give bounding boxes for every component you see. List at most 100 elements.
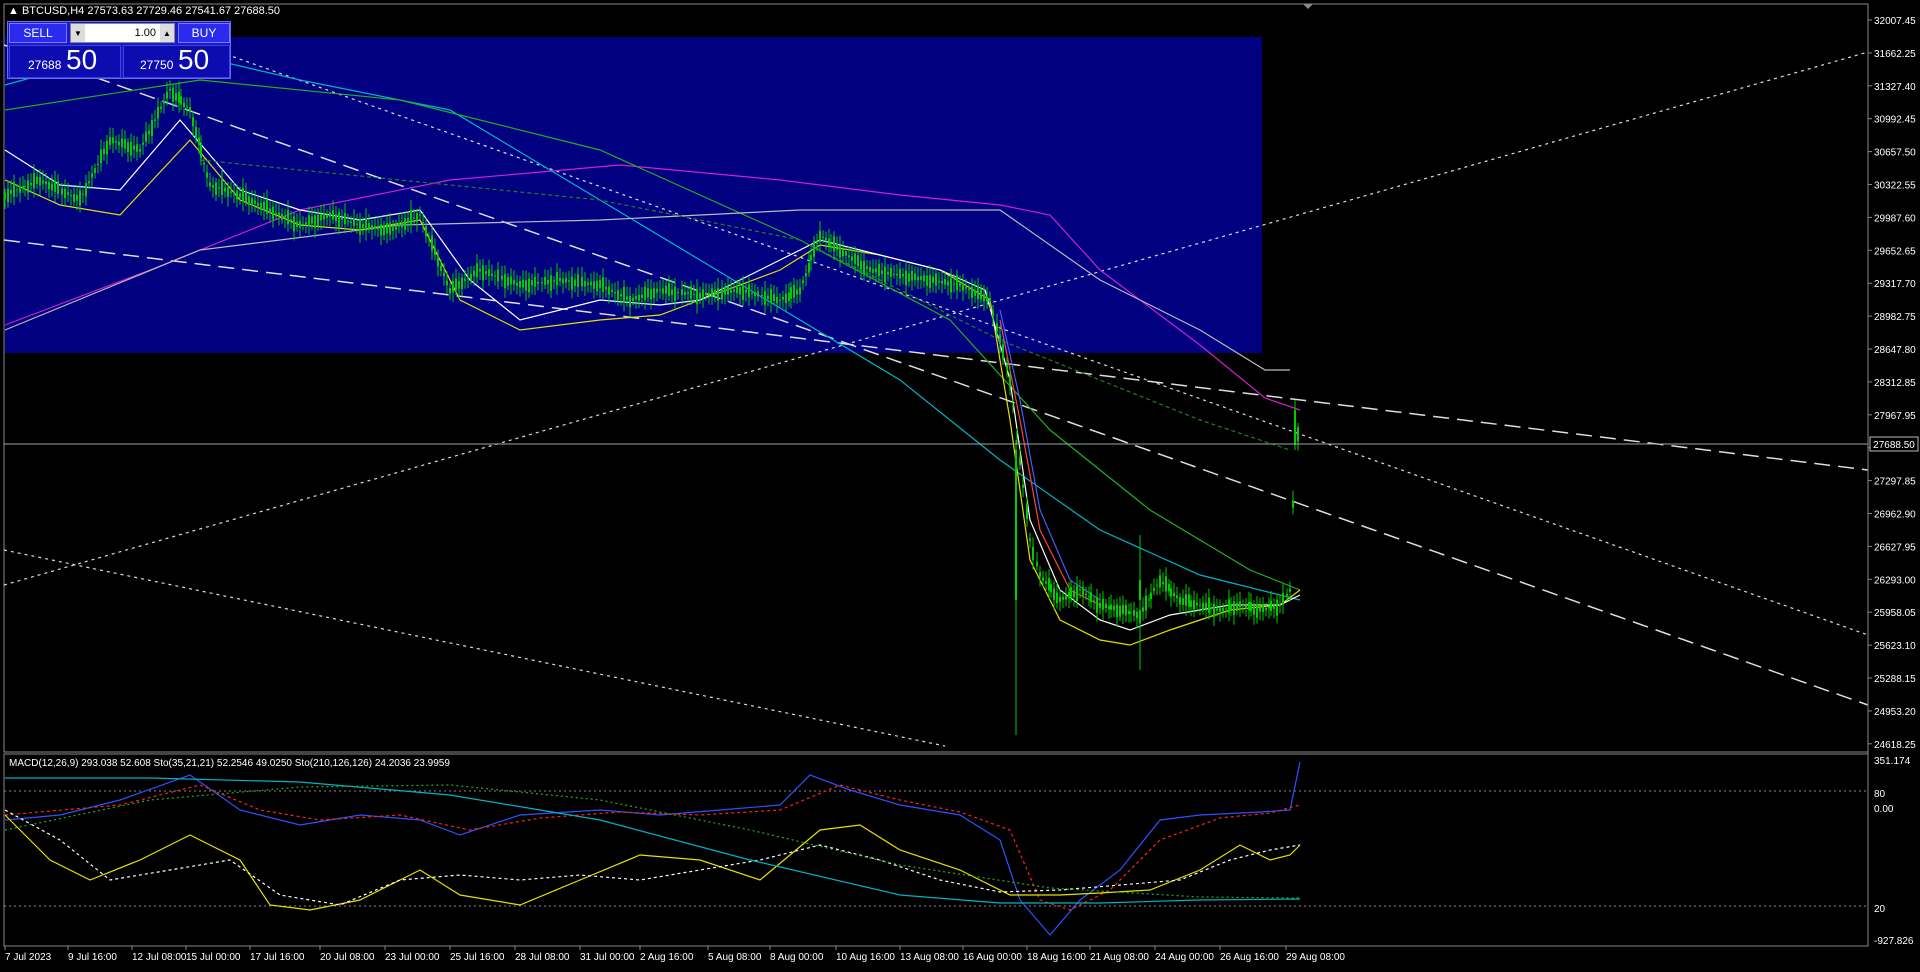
candle-body-430	[1289, 588, 1291, 592]
candle-body-4	[16, 189, 18, 191]
candle-body-132	[398, 222, 400, 228]
buy-button[interactable]: BUY	[178, 23, 230, 43]
time-tick-label: 29 Aug 08:00	[1286, 952, 1345, 963]
candle-body-260	[788, 292, 790, 301]
candle-body-376	[1133, 610, 1135, 616]
candle-body-347	[1050, 584, 1052, 593]
candle-body-373	[1125, 604, 1127, 616]
candle-body-231	[699, 292, 701, 299]
price-tick-label: 26293.00	[1874, 575, 1916, 586]
candle-body-391	[1176, 595, 1178, 599]
candle-body-397	[1193, 600, 1195, 610]
candle-body-393	[1182, 598, 1184, 605]
candle-body-14	[45, 181, 47, 185]
candle-body-218	[659, 289, 661, 291]
time-tick-label: 23 Jul 00:00	[385, 952, 440, 963]
candle-body-160	[482, 265, 484, 281]
current-price-label: 27688.50	[1873, 440, 1915, 451]
time-tick-label: 5 Aug 08:00	[708, 952, 762, 963]
candle-body-18	[57, 181, 59, 194]
candle-body-418	[1253, 604, 1255, 615]
candle-body-133	[401, 222, 403, 228]
candle-body-174	[525, 280, 527, 291]
candle-body-201	[608, 286, 610, 295]
candle-body-88	[266, 199, 268, 214]
candle-body-324	[977, 285, 979, 300]
candle-body-208	[629, 295, 631, 307]
candle-body-341	[1032, 546, 1034, 560]
candle-body-435	[1294, 410, 1296, 445]
candle-body-312	[941, 281, 943, 284]
candle-body-176	[531, 280, 533, 286]
price-axis: 32007.45 31662.25 31327.40 30992.45 30657.50…	[1868, 16, 1916, 751]
candle-body-292	[881, 270, 883, 275]
sell-price-button[interactable]: 27688 50	[9, 44, 121, 78]
candle-body-209	[632, 297, 634, 301]
rectangle-zone[interactable]	[5, 37, 1262, 353]
buy-price-button[interactable]: 27750 50	[123, 44, 230, 78]
price-tick-label: 30322.55	[1874, 181, 1916, 192]
candle-body-427	[1279, 604, 1281, 606]
candle-body-280	[845, 251, 847, 256]
price-tick-label: 24618.25	[1874, 740, 1916, 751]
time-tick-label: 16 Aug 00:00	[963, 952, 1022, 963]
chart-canvas[interactable]: 32007.45 31662.25 31327.40 30992.45 30657.50…	[0, 0, 1920, 967]
candle-body-374	[1128, 610, 1130, 615]
candle-body-222	[671, 289, 673, 296]
candle-body-151	[455, 278, 457, 291]
candle-body-181	[547, 280, 549, 285]
chart-window[interactable]: 32007.45 31662.25 31327.40 30992.45 30657.50…	[0, 0, 1920, 967]
candle-body-318	[959, 282, 961, 287]
candle-body-326	[983, 294, 985, 302]
candle-body-386	[1162, 582, 1164, 585]
candle-body-256	[776, 296, 778, 304]
candle-body-26	[82, 193, 84, 195]
candle-body-51	[157, 106, 159, 119]
candle-body-134	[404, 218, 406, 230]
candle-body-394	[1185, 594, 1187, 606]
lot-increase-icon[interactable]: ▲	[160, 24, 174, 42]
candle-body-401	[1205, 602, 1207, 609]
lot-size-input[interactable]	[87, 25, 158, 40]
lot-size-control: ▼ ▲	[70, 23, 175, 43]
sell-button[interactable]: SELL	[9, 23, 67, 43]
candle-body-155	[467, 276, 469, 279]
symbol-label: ▲ BTCUSD,H4 27573.63 27729.46 27541.67 2…	[8, 5, 281, 17]
candle-body-332	[1002, 344, 1004, 359]
candle-body-301	[908, 273, 910, 282]
candle-body-191	[577, 274, 579, 288]
candle-body-76	[230, 191, 232, 193]
candle-body-385	[1159, 575, 1161, 588]
time-tick-label: 24 Aug 00:00	[1155, 952, 1214, 963]
candle-body-30	[94, 168, 96, 173]
candle-body-380	[1145, 595, 1147, 611]
candle-body-377	[1136, 611, 1138, 619]
candle-body-2	[10, 190, 12, 194]
candle-body-171	[516, 282, 518, 286]
candle-body-23	[73, 194, 75, 202]
candle-body-33	[103, 148, 105, 154]
candle-body-310	[935, 273, 937, 286]
candle-body-419	[1256, 604, 1258, 618]
lot-decrease-icon[interactable]: ▼	[71, 24, 85, 42]
candle-body-70	[212, 184, 214, 188]
one-click-trading-panel: SELL ▼ ▲ BUY 27688 50 27750 50	[7, 21, 231, 79]
candle-body-196	[593, 281, 595, 289]
candle-body-285	[860, 260, 862, 270]
candle-body-110	[332, 210, 334, 220]
candle-body-328	[989, 297, 991, 302]
candle-body-50	[154, 119, 156, 122]
candle-body-253	[767, 295, 769, 299]
candle-body-251	[761, 294, 763, 297]
candle-body-275	[830, 243, 832, 245]
candle-body-359	[1085, 593, 1087, 596]
candle-body-422	[1265, 607, 1267, 611]
candle-body-235	[711, 288, 713, 297]
candle-body-163	[491, 273, 493, 276]
candle-body-39	[121, 138, 123, 148]
time-tick-label: 10 Aug 16:00	[836, 952, 895, 963]
candle-body-351	[1062, 596, 1064, 600]
candle-body-123	[371, 225, 373, 230]
candle-body-353	[1068, 591, 1070, 599]
candle-body-396	[1190, 600, 1192, 607]
